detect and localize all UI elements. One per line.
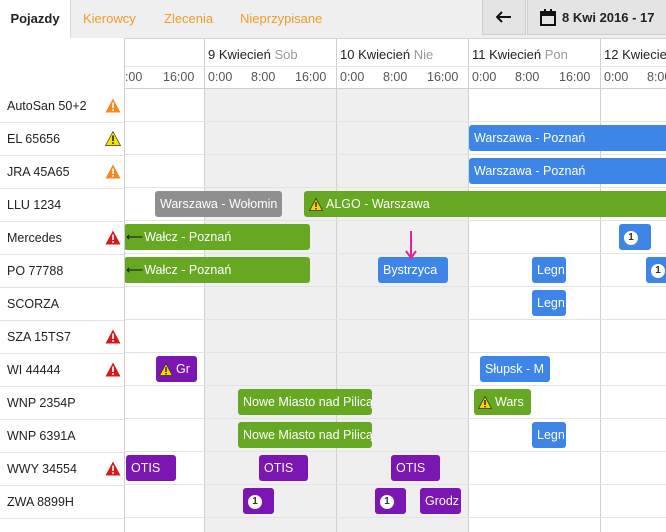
vehicle-row[interactable]: WI 44444 xyxy=(0,353,124,387)
hour-label: 16:00 xyxy=(427,70,459,84)
trip-bar[interactable]: OTIS xyxy=(259,455,308,481)
hour-label: 0:00 xyxy=(472,70,497,84)
order-count-badge: 1 xyxy=(248,494,262,509)
row-divider xyxy=(124,418,666,419)
hour-label: 16:00 xyxy=(163,70,195,84)
header-separator xyxy=(124,66,666,67)
trip-bar[interactable]: Grodz xyxy=(420,488,461,514)
order-count-badge: 1 xyxy=(651,263,665,278)
previous-period-button[interactable] xyxy=(482,0,526,35)
row-divider xyxy=(124,517,666,518)
trip-bar[interactable]: ⟵Wałcz - Poznań xyxy=(124,257,310,283)
trip-bar[interactable]: Gr xyxy=(156,356,197,382)
warning-icon xyxy=(105,329,121,344)
row-divider xyxy=(124,253,666,254)
order-count-badge: 1 xyxy=(380,494,394,509)
scheduler-grid: 9 Kwiecień Sob 10 Kwiecień Nie 11 Kwieci… xyxy=(0,38,666,532)
header-separator xyxy=(124,88,666,89)
row-divider xyxy=(124,154,666,155)
trip-bar[interactable]: 1 xyxy=(243,488,274,514)
trip-bar[interactable]: ⟵Wałcz - Poznań xyxy=(124,224,310,250)
row-divider xyxy=(124,484,666,485)
tab-kierowcy[interactable]: Kierowcy xyxy=(83,0,136,38)
vehicle-row[interactable]: WWY 34554 xyxy=(0,452,124,486)
row-divider xyxy=(124,319,666,320)
row-divider xyxy=(124,385,666,386)
warning-icon xyxy=(478,396,492,410)
hour-label: 0:00 xyxy=(604,70,629,84)
day-divider xyxy=(600,38,601,532)
vehicle-row[interactable]: SCORZA xyxy=(0,287,124,321)
continues-left-icon: ⟵ xyxy=(126,230,144,244)
vehicle-row[interactable]: WNP 2354P xyxy=(0,386,124,420)
hour-label: 8:00 xyxy=(383,70,408,84)
current-time-marker-icon xyxy=(405,231,417,260)
trip-bar[interactable]: Warszawa - Poznań xyxy=(469,125,666,151)
vehicle-row[interactable]: ZWA 8899H xyxy=(0,485,124,519)
trip-bar[interactable]: Nowe Miasto nad Pilicą xyxy=(238,389,372,415)
top-bar: Pojazdy Kierowcy Zlecenia Nieprzypisane … xyxy=(0,0,666,39)
trip-bar[interactable]: 1 xyxy=(375,488,406,514)
order-count-badge: 1 xyxy=(624,230,638,245)
hour-label: 8:00 xyxy=(251,70,276,84)
tab-pojazdy[interactable]: Pojazdy xyxy=(0,0,71,39)
vehicle-row[interactable]: JRA 45A65 xyxy=(0,155,124,189)
day-divider xyxy=(468,38,469,532)
warning-icon xyxy=(309,198,323,212)
row-divider xyxy=(124,121,666,122)
trip-bar[interactable]: Legn xyxy=(532,290,566,316)
trip-bar[interactable]: Słupsk - M xyxy=(480,356,550,382)
warning-icon xyxy=(105,164,121,179)
trip-bar[interactable]: Warszawa - Poznań xyxy=(469,158,666,184)
trip-bar[interactable]: 1 xyxy=(646,257,666,283)
hour-label: 0:00 xyxy=(208,70,233,84)
row-divider xyxy=(124,187,666,188)
tab-nieprzypisane[interactable]: Nieprzypisane xyxy=(240,0,322,38)
trip-bar[interactable]: Wars xyxy=(474,389,531,415)
warning-icon xyxy=(105,461,121,476)
date-range-label: 8 Kwi 2016 - 17 xyxy=(562,9,655,25)
hour-label: 0:00 xyxy=(340,70,365,84)
vehicle-row[interactable]: LLU 1234 xyxy=(0,188,124,222)
vehicle-row[interactable]: WNP 6391A xyxy=(0,419,124,453)
day-divider xyxy=(336,38,337,532)
trip-bar[interactable]: Warszawa - Wołomin xyxy=(155,191,282,217)
vehicle-list: AutoSan 50+2 EL 65656 JRA 45A65 LLU 1234… xyxy=(0,38,125,532)
tab-zlecenia[interactable]: Zlecenia xyxy=(164,0,213,38)
row-divider xyxy=(124,352,666,353)
vehicle-row[interactable]: PO 77788 xyxy=(0,254,124,288)
date-range-button[interactable]: 8 Kwi 2016 - 17 xyxy=(527,0,666,35)
row-divider xyxy=(124,451,666,452)
vehicle-row[interactable]: SZA 15TS7 xyxy=(0,320,124,354)
warning-icon xyxy=(105,98,121,113)
warning-icon xyxy=(159,363,173,377)
warning-icon xyxy=(105,362,121,377)
trip-bar[interactable]: Legn xyxy=(532,422,566,448)
warning-icon xyxy=(105,131,121,146)
vehicle-row[interactable]: AutoSan 50+2 xyxy=(0,89,124,123)
trip-bar[interactable]: OTIS xyxy=(126,455,176,481)
calendar-icon xyxy=(540,8,556,26)
hour-label: 16:00 xyxy=(559,70,591,84)
trip-bar[interactable]: ALGO - Warszawa xyxy=(304,191,666,217)
warning-icon xyxy=(105,230,121,245)
vehicle-row[interactable]: Mercedes xyxy=(0,221,124,255)
day-header: 12 Kwiecień xyxy=(604,47,666,62)
hour-label: 16:00 xyxy=(295,70,327,84)
trip-bar[interactable]: OTIS xyxy=(391,455,440,481)
day-divider xyxy=(204,38,205,532)
day-header: 11 Kwiecień Pon xyxy=(472,47,568,62)
day-header: 10 Kwiecień Nie xyxy=(340,47,434,62)
continues-left-icon: ⟵ xyxy=(126,263,144,277)
trip-bar[interactable]: Legn xyxy=(532,257,566,283)
hour-label: 8:00 xyxy=(647,70,666,84)
hour-label: 8:00 xyxy=(515,70,540,84)
vehicle-row[interactable]: EL 65656 xyxy=(0,122,124,156)
trip-bar[interactable]: Nowe Miasto nad Pilicą xyxy=(238,422,372,448)
day-header: 9 Kwiecień Sob xyxy=(208,47,298,62)
row-divider xyxy=(124,220,666,221)
arrow-left-icon xyxy=(496,11,511,23)
trip-bar[interactable]: 1 xyxy=(619,224,651,250)
row-divider xyxy=(124,286,666,287)
